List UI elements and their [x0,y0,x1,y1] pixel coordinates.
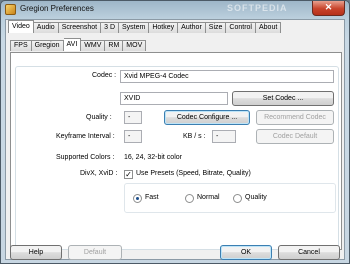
subtab-mov[interactable]: MOV [123,40,147,51]
avi-settings-group: Codec : Xvid MPEG-4 Codec XVID Set Codec… [15,66,339,250]
tab-audio[interactable]: Audio [33,22,59,33]
supported-colors-value: 16, 24, 32-bit color [124,154,182,161]
quality-input[interactable]: - [124,111,142,124]
title-bar[interactable]: Gregion Preferences SOFTPEDIA ✕ [1,1,349,19]
codec-id-field: XVID [120,92,228,105]
subtab-wmv[interactable]: WMV [81,40,106,51]
divx-label: DivX, XviD : [80,170,118,177]
keyframe-label: Keyframe Interval : [56,133,115,140]
tab-hotkey[interactable]: Hotkey [149,22,179,33]
ok-button[interactable]: OK [220,245,272,260]
subtab-avi[interactable]: AVI [63,38,82,51]
supported-colors-label: Supported Colors : [56,154,115,161]
tab-about[interactable]: About [255,22,282,33]
preset-fast-label: Fast [145,194,159,201]
top-tab-bar: Video Audio Screenshot 3 D System Hotkey… [8,20,282,33]
use-presets-checkbox[interactable]: ✓ [124,170,133,179]
tab-video[interactable]: Video [8,20,34,33]
preferences-window: Gregion Preferences SOFTPEDIA ✕ Video Au… [0,0,350,264]
close-icon: ✕ [324,2,333,12]
tab-3d[interactable]: 3 D [101,22,120,33]
recommend-codec-button[interactable]: Recommend Codec [256,110,334,125]
avi-panel: Codec : Xvid MPEG-4 Codec XVID Set Codec… [10,52,342,250]
preset-quality-label: Quality [245,194,267,201]
default-button[interactable]: Default [68,245,122,260]
app-icon [5,4,16,15]
tab-control[interactable]: Control [226,22,256,33]
tab-system[interactable]: System [119,22,150,33]
subtab-gregion[interactable]: Gregion [31,40,64,51]
presets-box: Fast Normal Quality [124,183,336,213]
keyframe-input[interactable]: - [124,130,142,143]
close-button[interactable]: ✕ [312,1,345,16]
tab-screenshot[interactable]: Screenshot [58,22,102,33]
sub-tab-bar: FPS Gregion AVI WMV RM MOV [10,38,147,51]
subtab-rm[interactable]: RM [105,40,124,51]
codec-configure-button[interactable]: Codec Configure ... [164,110,250,125]
tab-size[interactable]: Size [205,22,227,33]
watermark: SOFTPEDIA [227,3,288,13]
dialog-client: Video Audio Screenshot 3 D System Hotkey… [5,19,345,260]
help-button[interactable]: Help [10,245,62,260]
set-codec-button[interactable]: Set Codec ... [232,91,334,106]
preset-quality-radio[interactable] [233,194,242,203]
tab-author[interactable]: Author [178,22,206,33]
kbs-label: KB / s : [183,133,206,140]
codec-label: Codec : [92,72,117,79]
preset-normal-radio[interactable] [185,194,194,203]
preset-normal-label: Normal [197,194,220,201]
preset-fast-radio[interactable] [133,194,142,203]
kbs-input[interactable]: - [212,130,236,143]
window-title: Gregion Preferences [20,4,94,13]
use-presets-label: Use Presets (Speed, Bitrate, Quality) [136,170,251,177]
codec-name-field: Xvid MPEG-4 Codec [120,70,334,83]
quality-label: Quality : [86,114,112,121]
subtab-fps[interactable]: FPS [10,40,32,51]
cancel-button[interactable]: Cancel [278,245,340,260]
codec-default-button[interactable]: Codec Default [256,129,334,144]
